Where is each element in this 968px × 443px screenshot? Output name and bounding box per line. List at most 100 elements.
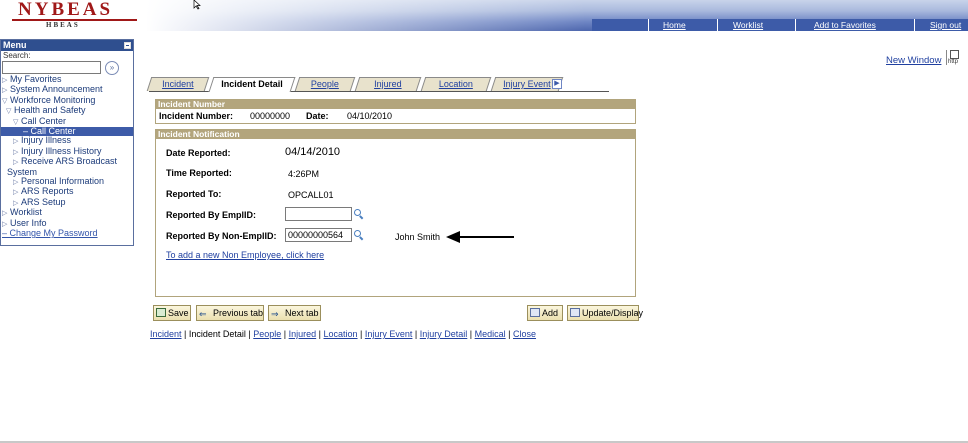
arrow-right-icon: ⇒ <box>271 309 279 319</box>
incident-number-header: Incident Number <box>156 100 635 109</box>
collapse-triangle-icon: ▽ <box>6 108 12 116</box>
save-button[interactable]: Save <box>153 305 191 321</box>
collapse-triangle-icon: ▽ <box>2 97 8 105</box>
page-icon <box>950 50 959 59</box>
expand-triangle-icon: ▷ <box>2 77 8 84</box>
bottom-link-medical[interactable]: Medical <box>475 329 506 339</box>
update-display-button[interactable]: Update/Display <box>567 305 643 321</box>
bottom-link-location[interactable]: Location <box>324 329 358 339</box>
update-display-icon <box>570 308 580 317</box>
new-window-link[interactable]: New Window <box>886 55 941 66</box>
incident-date-value: 04/10/2010 <box>347 111 393 121</box>
dash-icon: – <box>2 229 10 239</box>
reported-by-nonemplid-field[interactable] <box>285 228 352 242</box>
menu-item-worklist[interactable]: ▷ Worklist <box>1 208 133 218</box>
expand-triangle-icon: ▷ <box>2 210 8 218</box>
incident-number-box: Incident Number Incident Number: 0000000… <box>155 99 636 124</box>
reported-to-value: OPCALL01 <box>288 190 334 200</box>
tab-location[interactable]: Location <box>420 77 492 91</box>
nav-add-favorites-link[interactable]: Add to Favorites <box>814 20 876 30</box>
menu-item-ars-setup[interactable]: ▷ ARS Setup <box>1 198 133 208</box>
date-reported-value: 04/14/2010 <box>285 146 341 158</box>
menu-item-personal-information[interactable]: ▷ Personal Information <box>1 177 133 187</box>
reported-by-emplid-field[interactable] <box>285 207 352 221</box>
logo-sub-text: HBEAS <box>46 21 80 29</box>
tab-scroll-right-icon[interactable]: ▶ <box>552 79 562 89</box>
nav-sign-out-link[interactable]: Sign out <box>930 20 961 30</box>
next-tab-button[interactable]: ⇒ Next tab <box>268 305 321 321</box>
date-reported-label: Date Reported: <box>166 148 231 158</box>
add-icon <box>530 308 540 317</box>
bottom-link-incident[interactable]: Incident <box>150 329 182 339</box>
logo: NYBEAS HBEAS <box>0 0 146 31</box>
tab-incident[interactable]: Incident <box>146 77 210 91</box>
menu-title-text: Menu <box>3 40 27 50</box>
menu-item-injury-illness-history[interactable]: ▷ Injury Illness History <box>1 147 133 157</box>
menu-search-button[interactable]: » <box>105 61 119 75</box>
help-icon[interactable]: http <box>946 50 960 65</box>
nav-separator <box>795 19 796 31</box>
menu-item-ars-reports[interactable]: ▷ ARS Reports <box>1 187 133 197</box>
menu-item-health-and-safety[interactable]: ▽ Health and Safety <box>1 106 133 116</box>
bottom-link-incident-detail: Incident Detail <box>188 329 246 339</box>
menu-item-workforce-monitoring[interactable]: ▽ Workforce Monitoring <box>1 96 133 106</box>
help-icon-text: http <box>948 59 959 65</box>
expand-triangle-icon: ▷ <box>13 148 19 156</box>
menu-search-input[interactable] <box>2 61 101 74</box>
collapse-triangle-icon: ▽ <box>13 118 19 126</box>
bottom-link-people[interactable]: People <box>253 329 281 339</box>
time-reported-value: 4:26PM <box>288 169 320 179</box>
reported-by-emplid-label: Reported By EmplID: <box>166 210 257 220</box>
left-menu: Menu Search: » ▷ My Favorites ▷ System Ann… <box>0 39 134 246</box>
expand-triangle-icon: ▷ <box>13 189 19 197</box>
arrow-left-icon: ⇐ <box>199 309 207 319</box>
reported-to-label: Reported To: <box>166 189 222 199</box>
tab-people[interactable]: People <box>294 77 356 91</box>
bottom-link-injury-event[interactable]: Injury Event <box>365 329 413 339</box>
lookup-search-icon[interactable] <box>354 209 364 220</box>
expand-triangle-icon: ▷ <box>13 179 19 187</box>
menu-item-system-announcement[interactable]: ▷ System Announcement <box>1 85 133 95</box>
incident-number-label: Incident Number: <box>159 111 234 121</box>
non-employee-name: John Smith <box>395 232 441 242</box>
bottom-link-injured[interactable]: Injured <box>289 329 317 339</box>
expand-triangle-icon: ▷ <box>2 87 8 95</box>
expand-triangle-icon: ▷ <box>13 138 19 146</box>
nav-home-link[interactable]: Home <box>663 20 686 30</box>
tab-incident-detail[interactable]: Incident Detail <box>208 77 296 92</box>
previous-tab-button[interactable]: ⇐ Previous tab <box>196 305 264 321</box>
tab-injured[interactable]: Injured <box>354 77 422 91</box>
bottom-link-injury-detail[interactable]: Injury Detail <box>420 329 468 339</box>
mouse-cursor-icon <box>193 0 201 10</box>
logo-main-text: NYBEAS <box>18 0 114 20</box>
incident-notification-header: Incident Notification <box>156 130 635 139</box>
bottom-tab-links: Incident | Incident Detail | People | In… <box>150 329 537 339</box>
expand-triangle-icon: ▷ <box>13 159 19 167</box>
menu-item-call-center-selected[interactable]: – Call Center <box>1 127 133 137</box>
menu-item-call-center-folder[interactable]: ▽ Call Center <box>1 117 133 127</box>
incident-date-label: Date: <box>306 111 329 121</box>
menu-item-injury-illness[interactable]: ▷ Injury Illness <box>1 136 133 146</box>
menu-search-label: Search: <box>3 51 31 60</box>
menu-title: Menu <box>1 40 133 51</box>
expand-triangle-icon: ▷ <box>2 220 8 228</box>
expand-triangle-icon: ▷ <box>13 199 19 207</box>
minimize-icon[interactable] <box>124 42 131 49</box>
menu-item-system[interactable]: System <box>1 168 133 177</box>
add-non-employee-link[interactable]: To add a new Non Employee, click here <box>166 250 324 260</box>
nav-separator <box>717 19 718 31</box>
menu-item-change-password[interactable]: – Change My Password <box>1 229 133 238</box>
add-button[interactable]: Add <box>527 305 563 321</box>
dash-icon: – <box>23 127 31 137</box>
lookup-search-icon[interactable] <box>354 230 364 241</box>
menu-tree: ▷ My Favorites ▷ System Announcement ▽ Work… <box>1 75 133 239</box>
menu-item-user-info[interactable]: ▷ User Info <box>1 219 133 229</box>
menu-item-my-favorites[interactable]: ▷ My Favorites <box>1 75 133 85</box>
nav-worklist-link[interactable]: Worklist <box>733 20 763 30</box>
menu-item-receive-ars-broadcast[interactable]: ▷ Receive ARS Broadcast <box>1 157 133 167</box>
nav-separator <box>914 19 915 31</box>
incident-number-value: 00000000 <box>250 111 291 121</box>
left-arrow-annotation-icon <box>446 231 514 243</box>
nav-separator <box>648 19 649 31</box>
bottom-link-close[interactable]: Close <box>513 329 536 339</box>
